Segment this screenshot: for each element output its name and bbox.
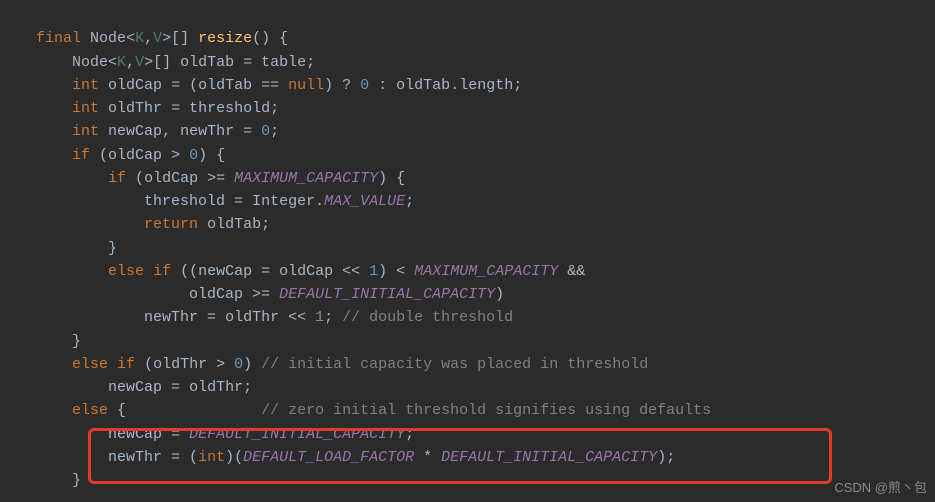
code-line: newThr = oldThr << 1; // double threshol… [0,309,513,326]
code-block: final Node<K,V>[] resize() { Node<K,V>[]… [0,4,935,492]
code-line: threshold = Integer.MAX_VALUE; [0,193,414,210]
code-line: int oldThr = threshold; [0,100,279,117]
comment: // zero initial threshold signifies usin… [261,402,711,419]
code-line: else if ((newCap = oldCap << 1) < MAXIMU… [0,263,585,280]
comment: // initial capacity was placed in thresh… [261,356,648,373]
code-line: newThr = (int)(DEFAULT_LOAD_FACTOR * DEF… [0,449,675,466]
code-line: return oldTab; [0,216,270,233]
code-line: int newCap, newThr = 0; [0,123,279,140]
code-line: Node<K,V>[] oldTab = table; [0,54,315,71]
code-line: } [0,333,81,350]
code-line: newCap = oldThr; [0,379,252,396]
code-line: final Node<K,V>[] resize() { [0,30,288,47]
code-line: } [0,240,117,257]
comment: // double threshold [342,309,513,326]
method-name: resize [198,30,252,47]
code-line: } [0,472,81,489]
code-line: oldCap >= DEFAULT_INITIAL_CAPACITY) [0,286,504,303]
code-line: newCap = DEFAULT_INITIAL_CAPACITY; [0,426,414,443]
code-line: if (oldCap >= MAXIMUM_CAPACITY) { [0,170,405,187]
code-line: int oldCap = (oldTab == null) ? 0 : oldT… [0,77,522,94]
code-line: else if (oldThr > 0) // initial capacity… [0,356,648,373]
watermark: CSDN @煎丶包 [834,478,927,498]
keyword-final: final [36,30,81,47]
code-line: if (oldCap > 0) { [0,147,225,164]
code-line: else { // zero initial threshold signifi… [0,402,711,419]
